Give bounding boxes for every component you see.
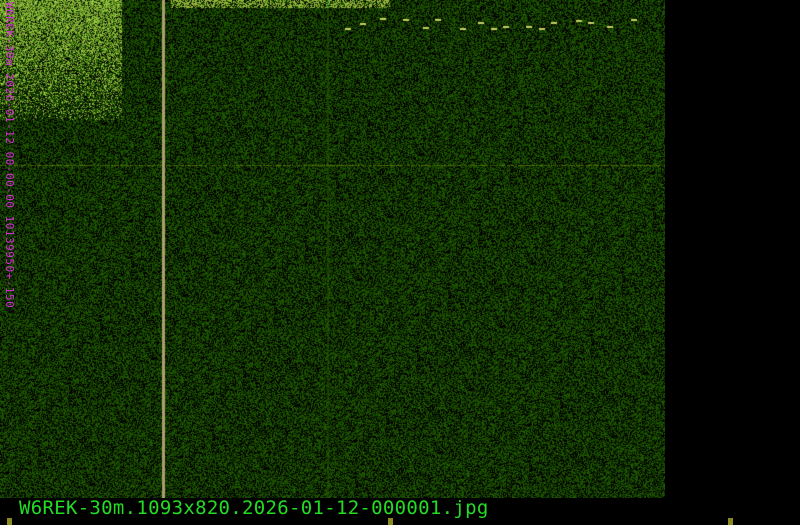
waterfall-spectrogram-image bbox=[0, 0, 665, 498]
spectrogram-vertical-label: W6REK-30m 2026-01-12 00-00-00 10139950+-… bbox=[3, 2, 16, 309]
position-marker bbox=[7, 518, 12, 525]
position-marker bbox=[388, 518, 393, 525]
image-viewer: W6REK-30m 2026-01-12 00-00-00 10139950+-… bbox=[0, 0, 800, 525]
position-marker bbox=[728, 518, 733, 525]
filename-caption: W6REK-30m.1093x820.2026-01-12-000001.jpg bbox=[19, 497, 489, 519]
